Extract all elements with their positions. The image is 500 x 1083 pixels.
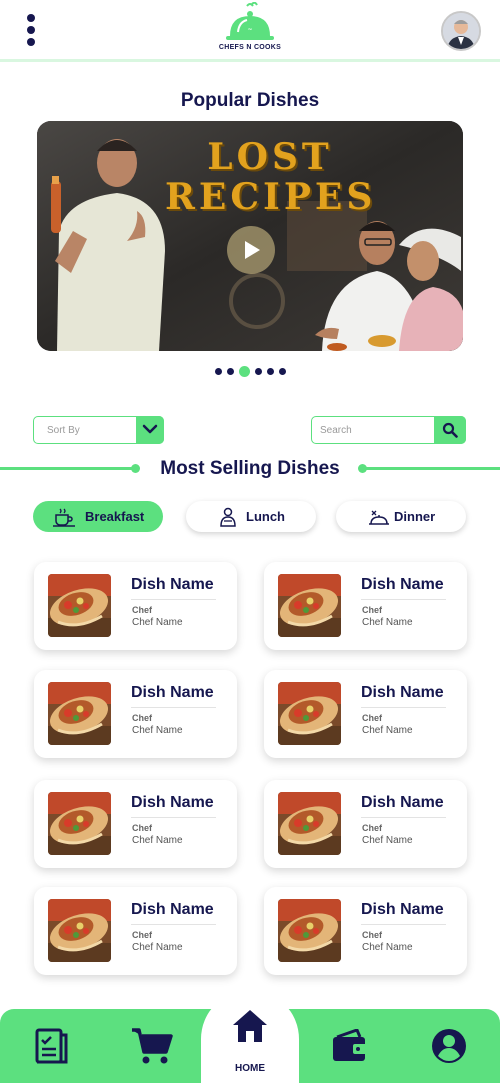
dish-image (48, 682, 111, 745)
chef-name: Chef Name (132, 725, 183, 736)
dish-card[interactable]: Dish Name Chef Chef Name (264, 887, 467, 975)
dish-image (278, 792, 341, 855)
dish-card[interactable]: Dish Name Chef Chef Name (34, 887, 237, 975)
tab-dinner[interactable]: Dinner (336, 501, 466, 532)
chef-label: Chef (132, 605, 152, 615)
dish-thumbnail (48, 792, 111, 855)
dish-name: Dish Name (361, 794, 444, 811)
dish-name: Dish Name (131, 576, 214, 593)
carousel-dot[interactable] (254, 368, 262, 376)
dish-image (48, 792, 111, 855)
sort-dropdown[interactable]: Sort By (33, 416, 164, 444)
chef-label: Chef (132, 823, 152, 833)
dish-image (48, 574, 111, 637)
tab-lunch-label: Lunch (246, 509, 285, 524)
chevron-down-icon[interactable] (136, 416, 164, 444)
chef-name: Chef Name (362, 835, 413, 846)
dish-name: Dish Name (361, 684, 444, 701)
dish-name: Dish Name (361, 901, 444, 918)
wallet-icon[interactable] (331, 1028, 369, 1068)
carousel-indicator (0, 363, 500, 381)
dish-divider (361, 817, 446, 818)
dish-thumbnail (48, 682, 111, 745)
chef-label: Chef (132, 930, 152, 940)
chef-label: Chef (362, 930, 382, 940)
chef-name: Chef Name (362, 617, 413, 628)
dish-name: Dish Name (131, 794, 214, 811)
dish-card[interactable]: Dish Name Chef Chef Name (264, 780, 467, 868)
popular-dishes-title: Popular Dishes (180, 90, 320, 111)
chef-label: Chef (362, 605, 382, 615)
video-title-line1: LOST (207, 136, 333, 178)
carousel-dot[interactable] (214, 368, 222, 376)
video-title-line2: RECIPES (165, 176, 377, 218)
carousel-dot[interactable] (266, 368, 274, 376)
lunch-icon (220, 507, 236, 527)
most-selling-title: Most Selling Dishes (160, 458, 340, 479)
cloche-logo-icon: ~ (226, 2, 274, 40)
chef-name: Chef Name (132, 942, 183, 953)
dish-thumbnail (48, 574, 111, 637)
search-field (311, 416, 466, 444)
dish-card[interactable]: Dish Name Chef Chef Name (34, 670, 237, 758)
brand-name: CHEFS N COOKS (218, 44, 282, 51)
chef-label: Chef (132, 713, 152, 723)
dish-name: Dish Name (361, 576, 444, 593)
user-photo-icon (443, 13, 479, 49)
dish-image (48, 899, 111, 962)
chef-name: Chef Name (132, 617, 183, 628)
home-icon[interactable] (231, 1008, 269, 1049)
dish-divider (361, 707, 446, 708)
dish-thumbnail (48, 899, 111, 962)
chef-name: Chef Name (132, 835, 183, 846)
breakfast-icon (53, 508, 75, 527)
dish-thumbnail (278, 899, 341, 962)
user-avatar[interactable] (441, 11, 481, 51)
dish-card[interactable]: Dish Name Chef Chef Name (34, 562, 237, 650)
dish-name: Dish Name (131, 901, 214, 918)
dish-divider (131, 707, 216, 708)
carousel-dot[interactable] (226, 368, 234, 376)
tab-lunch[interactable]: Lunch (186, 501, 316, 532)
dish-divider (131, 924, 216, 925)
dish-image (278, 899, 341, 962)
dinner-icon (369, 510, 389, 525)
svg-text:~: ~ (247, 26, 252, 33)
tab-dinner-label: Dinner (394, 509, 436, 524)
dish-card[interactable]: Dish Name Chef Chef Name (264, 562, 467, 650)
tab-breakfast-label: Breakfast (85, 509, 145, 524)
dish-card[interactable]: Dish Name Chef Chef Name (264, 670, 467, 758)
dish-divider (131, 817, 216, 818)
brand-logo[interactable]: ~ CHEFS N COOKS (214, 2, 286, 58)
dish-image (278, 574, 341, 637)
carousel-dot[interactable] (278, 368, 286, 376)
chef-name: Chef Name (362, 725, 413, 736)
dish-thumbnail (278, 574, 341, 637)
play-button[interactable] (227, 226, 275, 274)
chef-label: Chef (362, 823, 382, 833)
featured-video-card[interactable]: LOST RECIPES (37, 121, 463, 351)
dish-image (278, 682, 341, 745)
search-icon (442, 422, 458, 438)
play-icon (245, 241, 260, 259)
sort-label: Sort By (47, 425, 80, 436)
dish-thumbnail (278, 792, 341, 855)
search-input[interactable] (320, 422, 430, 439)
dish-divider (361, 924, 446, 925)
dish-thumbnail (278, 682, 341, 745)
dish-card[interactable]: Dish Name Chef Chef Name (34, 780, 237, 868)
carousel-dot[interactable] (238, 366, 250, 378)
kebab-menu-icon[interactable] (22, 14, 40, 48)
chef-name: Chef Name (362, 942, 413, 953)
dish-divider (131, 599, 216, 600)
home-label: HOME (235, 1063, 265, 1074)
dish-name: Dish Name (131, 684, 214, 701)
chef-label: Chef (362, 713, 382, 723)
dish-divider (361, 599, 446, 600)
video-title: LOST RECIPES (165, 137, 375, 217)
search-button[interactable] (434, 416, 466, 444)
profile-icon[interactable] (431, 1028, 467, 1069)
tab-breakfast[interactable]: Breakfast (33, 501, 163, 532)
app-header: ~ CHEFS N COOKS (0, 0, 500, 62)
